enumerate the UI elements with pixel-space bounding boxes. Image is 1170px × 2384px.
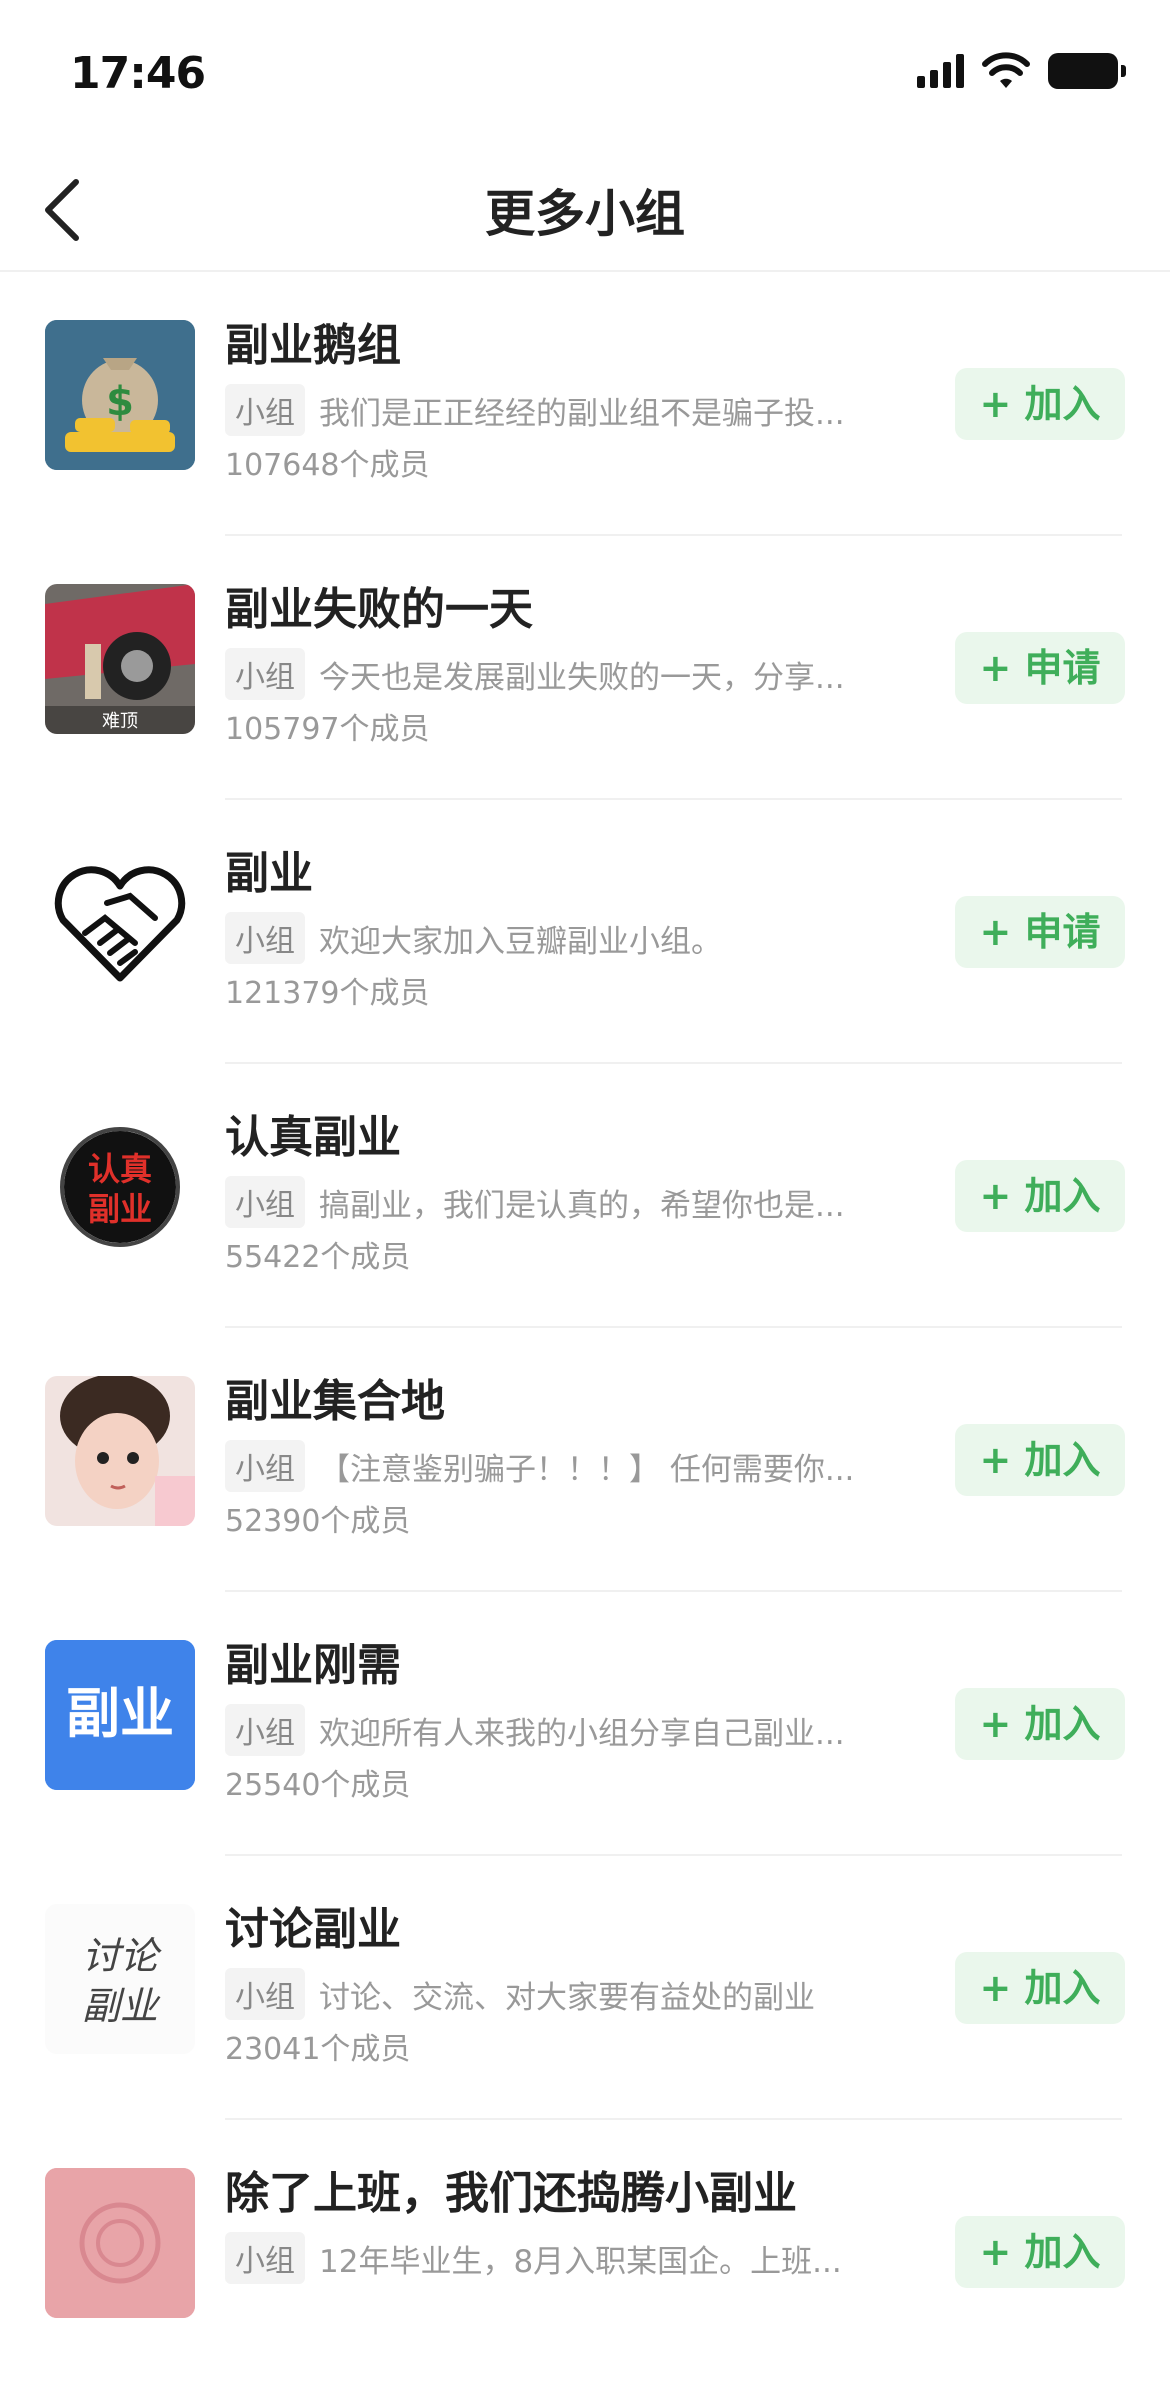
pink-seal-icon <box>45 2168 195 2318</box>
cellular-signal-icon <box>917 54 964 88</box>
group-desc: 搞副业，我们是认真的，希望你也是... <box>319 1187 845 1224</box>
group-name: 副业刚需 <box>225 1640 401 1691</box>
join-button[interactable]: + 加入 <box>955 1952 1125 2024</box>
status-bar: 17:46 <box>0 0 1170 150</box>
group-item[interactable]: 认真 副业 认真副业 小组 搞副业，我们是认真的，希望你也是... 55422个… <box>0 1064 1170 1328</box>
group-avatar <box>45 2168 195 2318</box>
wifi-icon <box>982 52 1030 88</box>
status-icons <box>917 52 1126 90</box>
member-count: 107648个成员 <box>225 448 430 483</box>
group-tag: 小组 <box>225 1176 305 1228</box>
group-avatar: 难顶 <box>45 584 195 734</box>
group-name: 副业集合地 <box>225 1376 445 1427</box>
group-info: 副业失败的一天 小组 今天也是发展副业失败的一天，分享... 105797个成员 <box>225 580 915 752</box>
group-item[interactable]: 副业集合地 小组 【注意鉴别骗子！！！】 任何需要你... 52390个成员 +… <box>0 1328 1170 1592</box>
handshake-heart-icon <box>54 866 186 982</box>
group-name: 副业 <box>225 848 313 899</box>
status-time: 17:46 <box>70 48 206 99</box>
group-info: 副业鹅组 小组 我们是正正经经的副业组不是骗子投... 107648个成员 <box>225 316 915 488</box>
group-name: 认真副业 <box>225 1112 401 1163</box>
member-count: 23041个成员 <box>225 2032 411 2067</box>
group-desc: 今天也是发展副业失败的一天，分享... <box>319 659 845 696</box>
group-desc: 12年毕业生，8月入职某国企。上班... <box>319 2243 842 2280</box>
apply-button[interactable]: + 申请 <box>955 896 1125 968</box>
nav-bar: 更多小组 <box>0 150 1170 272</box>
group-item[interactable]: 难顶 副业失败的一天 小组 今天也是发展副业失败的一天，分享... 105797… <box>0 536 1170 800</box>
group-item[interactable]: 讨论 副业 讨论副业 小组 讨论、交流、对大家要有益处的副业 23041个成员 … <box>0 1856 1170 2120</box>
blue-text-avatar-icon: 副业 <box>45 1640 195 1790</box>
join-button[interactable]: + 加入 <box>955 1424 1125 1496</box>
avatar-text: 讨论 <box>82 1934 162 1978</box>
group-desc: 我们是正正经经的副业组不是骗子投... <box>319 395 845 432</box>
stamp-icon: 认真 副业 <box>60 1127 180 1247</box>
child-photo-icon <box>45 1376 195 1526</box>
avatar-text: 副业 <box>88 1190 152 1228</box>
group-name: 除了上班，我们还捣腾小副业 <box>225 2168 797 2219</box>
group-item[interactable]: 副业 小组 欢迎大家加入豆瓣副业小组。 121379个成员 + 申请 <box>0 800 1170 1064</box>
money-bag-icon: $ <box>45 320 195 470</box>
member-count: 121379个成员 <box>225 976 430 1011</box>
avatar-text: 副业 <box>66 1682 174 1745</box>
avatar-text: 认真 <box>88 1150 152 1188</box>
group-info: 副业刚需 小组 欢迎所有人来我的小组分享自己副业... 25540个成员 <box>225 1636 915 1808</box>
avatar-text: 副业 <box>82 1984 161 2028</box>
battery-icon <box>1048 53 1126 89</box>
group-tag: 小组 <box>225 1440 305 1492</box>
group-name: 副业失败的一天 <box>225 584 533 635</box>
group-item[interactable]: $ 副业鹅组 小组 我们是正正经经的副业组不是骗子投... 107648个成员 … <box>0 272 1170 536</box>
group-item[interactable]: 副业 副业刚需 小组 欢迎所有人来我的小组分享自己副业... 25540个成员 … <box>0 1592 1170 1856</box>
group-avatar: $ <box>45 320 195 470</box>
join-button[interactable]: + 加入 <box>955 368 1125 440</box>
handwriting-avatar-icon: 讨论 副业 <box>45 1904 195 2054</box>
group-name: 副业鹅组 <box>225 320 401 371</box>
group-tag: 小组 <box>225 648 305 700</box>
group-desc: 欢迎所有人来我的小组分享自己副业... <box>319 1715 845 1752</box>
member-count: 105797个成员 <box>225 712 430 747</box>
group-tag: 小组 <box>225 1968 305 2020</box>
join-button[interactable]: + 加入 <box>955 1688 1125 1760</box>
group-info: 认真副业 小组 搞副业，我们是认真的，希望你也是... 55422个成员 <box>225 1108 915 1280</box>
group-avatar: 副业 <box>45 1640 195 1790</box>
group-tag: 小组 <box>225 912 305 964</box>
group-info: 讨论副业 小组 讨论、交流、对大家要有益处的副业 23041个成员 <box>225 1900 915 2072</box>
group-tag: 小组 <box>225 1704 305 1756</box>
member-count: 25540个成员 <box>225 1768 411 1803</box>
join-button[interactable]: + 加入 <box>955 1160 1125 1232</box>
group-avatar: 认真 副业 <box>45 1112 195 1262</box>
group-info: 副业 小组 欢迎大家加入豆瓣副业小组。 121379个成员 <box>225 844 915 1016</box>
group-avatar <box>45 1376 195 1526</box>
page-title: 更多小组 <box>485 185 685 243</box>
group-avatar: 讨论 副业 <box>45 1904 195 2054</box>
group-info: 副业集合地 小组 【注意鉴别骗子！！！】 任何需要你... 52390个成员 <box>225 1372 915 1544</box>
group-info: 除了上班，我们还捣腾小副业 小组 12年毕业生，8月入职某国企。上班... <box>225 2164 915 2292</box>
group-desc: 欢迎大家加入豆瓣副业小组。 <box>319 923 722 960</box>
group-tag: 小组 <box>225 384 305 436</box>
member-count: 55422个成员 <box>225 1240 411 1275</box>
member-count: 52390个成员 <box>225 1504 411 1539</box>
group-tag: 小组 <box>225 2232 305 2284</box>
group-avatar <box>45 848 195 998</box>
join-button[interactable]: + 加入 <box>955 2216 1125 2288</box>
avatar-caption: 难顶 <box>102 711 138 732</box>
group-list: $ 副业鹅组 小组 我们是正正经经的副业组不是骗子投... 107648个成员 … <box>0 272 1170 2384</box>
group-desc: 【注意鉴别骗子！！！】 任何需要你... <box>319 1451 855 1488</box>
group-desc: 讨论、交流、对大家要有益处的副业 <box>319 1979 815 2016</box>
car-photo-icon: 难顶 <box>45 584 195 734</box>
apply-button[interactable]: + 申请 <box>955 632 1125 704</box>
group-name: 讨论副业 <box>225 1904 401 1955</box>
group-item[interactable]: 除了上班，我们还捣腾小副业 小组 12年毕业生，8月入职某国企。上班... + … <box>0 2120 1170 2384</box>
